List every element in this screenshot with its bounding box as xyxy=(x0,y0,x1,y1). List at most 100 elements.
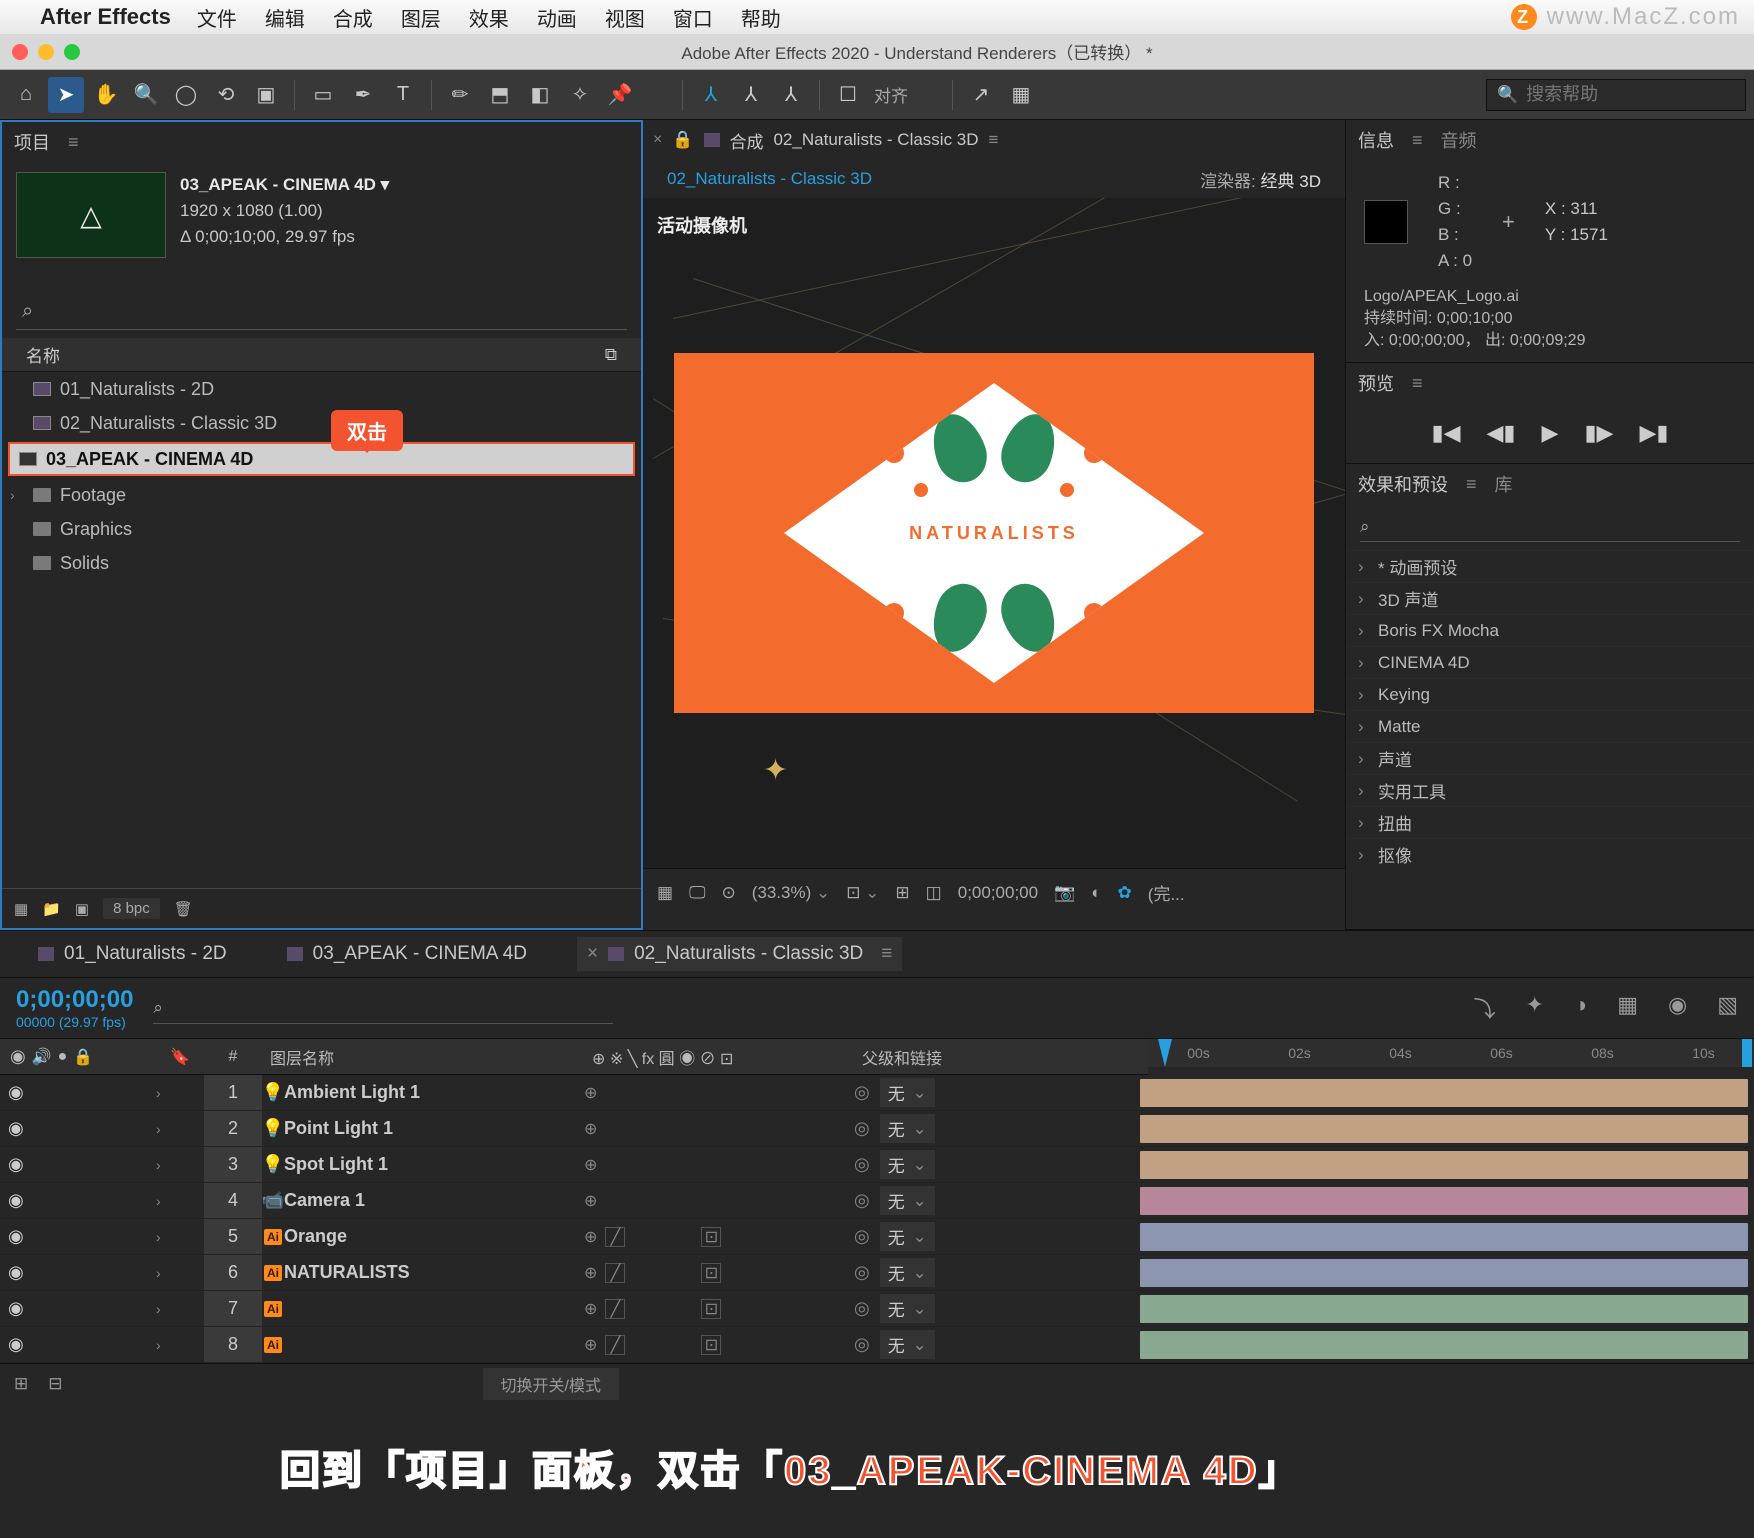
menu-layer[interactable]: 图层 xyxy=(401,3,441,32)
toolbar-icon-b[interactable]: ▦ xyxy=(1003,77,1039,113)
timeline-layer-row[interactable]: ◉›2💡Point Light 1⊕◎无 xyxy=(0,1111,1754,1147)
toggle-switches-button[interactable]: 切换开关/模式 xyxy=(483,1368,619,1400)
layer-name[interactable]: Spot Light 1 xyxy=(284,1154,584,1175)
effects-category[interactable]: ›抠像 xyxy=(1346,838,1754,870)
current-time[interactable]: 0;00;00;00 xyxy=(16,986,133,1014)
effects-category[interactable]: ›CINEMA 4D xyxy=(1346,646,1754,678)
resolution-dropdown[interactable]: ⊡ xyxy=(846,883,879,903)
layer-bar[interactable] xyxy=(1140,1151,1748,1179)
trash-icon[interactable]: 🗑 xyxy=(174,900,193,918)
home-button[interactable]: ⌂ xyxy=(8,77,44,113)
layer-bar[interactable] xyxy=(1140,1295,1748,1323)
layer-bar[interactable] xyxy=(1140,1259,1748,1287)
new-comp-icon[interactable]: ▣ xyxy=(75,900,89,918)
visibility-toggle[interactable]: ◉ xyxy=(8,1190,24,1211)
composition-viewer[interactable]: 活动摄像机 xyxy=(643,198,1345,868)
selection-tool[interactable]: ➤ xyxy=(48,77,84,113)
puppet-tool[interactable]: 📌 xyxy=(602,77,638,113)
new-folder-icon[interactable]: 📁 xyxy=(42,900,61,918)
layer-switches[interactable]: ⊕ xyxy=(584,1083,854,1103)
effects-category[interactable]: ›实用工具 xyxy=(1346,774,1754,806)
info-tab[interactable]: 信息 xyxy=(1358,127,1394,153)
parent-dropdown[interactable]: 无 xyxy=(880,1150,935,1179)
timeline-layer-row[interactable]: ◉›6AiNATURALISTS⊕╱⊡◎无 xyxy=(0,1255,1754,1291)
pickwhip-icon[interactable]: ◎ xyxy=(854,1334,870,1355)
timeline-layer-row[interactable]: ◉›5AiOrange⊕╱⊡◎无 xyxy=(0,1219,1754,1255)
quality-dropdown[interactable]: (完... xyxy=(1148,880,1185,905)
brush-tool[interactable]: ✏ xyxy=(442,77,478,113)
toggle-switches-icon[interactable]: ⊞ xyxy=(14,1374,28,1394)
twisty-icon[interactable]: › xyxy=(156,1085,161,1101)
flowchart-icon[interactable]: ⧉ xyxy=(605,345,617,365)
project-item-comp-highlighted[interactable]: 双击 03_APEAK - CINEMA 4D xyxy=(8,442,635,476)
twisty-icon[interactable]: › xyxy=(156,1121,161,1137)
close-tab-icon[interactable]: × xyxy=(653,131,662,149)
menu-view[interactable]: 视图 xyxy=(605,3,645,32)
layer-switches[interactable]: ⊕ xyxy=(584,1191,854,1211)
timeline-layer-row[interactable]: ◉›3💡Spot Light 1⊕◎无 xyxy=(0,1147,1754,1183)
pickwhip-icon[interactable]: ◎ xyxy=(854,1154,870,1175)
layer-name[interactable]: Ambient Light 1 xyxy=(284,1082,584,1103)
visibility-toggle[interactable]: ◉ xyxy=(8,1298,24,1319)
snapping-checkbox[interactable]: ☐ xyxy=(830,77,866,113)
number-column[interactable]: # xyxy=(204,1048,262,1066)
zoom-slider-icon[interactable]: ⊟ xyxy=(48,1374,62,1394)
timeline-tab[interactable]: 03_APEAK - CINEMA 4D xyxy=(277,937,537,971)
visibility-toggle[interactable]: ◉ xyxy=(8,1334,24,1355)
layer-switches[interactable]: ⊕╱⊡ xyxy=(584,1335,854,1355)
layer-switches[interactable]: ⊕╱⊡ xyxy=(584,1263,854,1283)
effects-category[interactable]: ›3D 声道 xyxy=(1346,582,1754,614)
comp-tab-name[interactable]: 02_Naturalists - Classic 3D xyxy=(774,130,979,150)
comp-mini-flowchart-icon[interactable]: ⤵ xyxy=(1473,992,1495,1024)
project-item-comp[interactable]: 01_Naturalists - 2D xyxy=(2,372,641,406)
lock-icon[interactable]: 🔒 xyxy=(672,130,693,150)
layer-name[interactable]: Camera 1 xyxy=(284,1190,584,1211)
layer-bar[interactable] xyxy=(1140,1331,1748,1359)
zoom-window-icon[interactable] xyxy=(64,44,80,60)
menu-effect[interactable]: 效果 xyxy=(469,3,509,32)
close-window-icon[interactable] xyxy=(12,44,28,60)
effects-search[interactable]: ⌕ xyxy=(1360,512,1740,542)
pickwhip-icon[interactable]: ◎ xyxy=(854,1262,870,1283)
layername-column[interactable]: 图层名称 xyxy=(262,1045,592,1069)
pickwhip-icon[interactable]: ◎ xyxy=(854,1082,870,1103)
twisty-icon[interactable]: › xyxy=(156,1265,161,1281)
layer-switches[interactable]: ⊕╱⊡ xyxy=(584,1227,854,1247)
rotation-tool[interactable]: ⟲ xyxy=(208,77,244,113)
project-item-folder[interactable]: Solids xyxy=(2,546,641,580)
timeline-layer-row[interactable]: ◉›8Ai⊕╱⊡◎无 xyxy=(0,1327,1754,1363)
snapshot-icon[interactable]: 📷 xyxy=(1054,883,1075,903)
menu-file[interactable]: 文件 xyxy=(197,3,237,32)
project-item-folder[interactable]: › Footage xyxy=(2,478,641,512)
close-tab-icon[interactable]: × xyxy=(587,943,598,965)
panel-menu-icon[interactable]: ≡ xyxy=(68,132,79,153)
axis-local-icon[interactable]: ⅄ xyxy=(693,77,729,113)
solo-column-icon[interactable]: ● xyxy=(58,1048,68,1066)
interpret-footage-icon[interactable]: ▦ xyxy=(14,900,28,918)
layer-bar[interactable] xyxy=(1140,1187,1748,1215)
next-frame-icon[interactable]: ▮▶ xyxy=(1584,420,1613,446)
minimize-window-icon[interactable] xyxy=(38,44,54,60)
eye-column-icon[interactable]: ◉ xyxy=(10,1046,26,1067)
twisty-icon[interactable]: › xyxy=(156,1157,161,1173)
pickwhip-icon[interactable]: ◎ xyxy=(854,1118,870,1139)
axis-view-icon[interactable]: ⅄ xyxy=(773,77,809,113)
timeline-search[interactable]: ⌕ xyxy=(153,992,613,1024)
twisty-icon[interactable]: › xyxy=(156,1193,161,1209)
library-tab[interactable]: 库 xyxy=(1495,471,1513,497)
color-mgmt-icon[interactable]: ✿ xyxy=(1118,883,1132,903)
hand-tool[interactable]: ✋ xyxy=(88,77,124,113)
camera-tool[interactable]: ▣ xyxy=(248,77,284,113)
effects-tab[interactable]: 效果和预设 xyxy=(1358,471,1448,497)
panel-menu-icon[interactable]: ≡ xyxy=(1466,474,1477,495)
timeline-layer-row[interactable]: ◉›4📹Camera 1⊕◎无 xyxy=(0,1183,1754,1219)
project-search[interactable]: ⌕ xyxy=(16,294,627,330)
visibility-toggle[interactable]: ◉ xyxy=(8,1154,24,1175)
app-name[interactable]: After Effects xyxy=(40,4,171,30)
axis-world-icon[interactable]: ⅄ xyxy=(733,77,769,113)
effects-category[interactable]: ›声道 xyxy=(1346,742,1754,774)
parent-column[interactable]: 父级和链接 xyxy=(862,1045,1142,1069)
timeline-layer-row[interactable]: ◉›1💡Ambient Light 1⊕◎无 xyxy=(0,1075,1754,1111)
draft3d-icon[interactable]: ✦ xyxy=(1525,992,1543,1024)
effects-category[interactable]: ›Boris FX Mocha xyxy=(1346,614,1754,646)
